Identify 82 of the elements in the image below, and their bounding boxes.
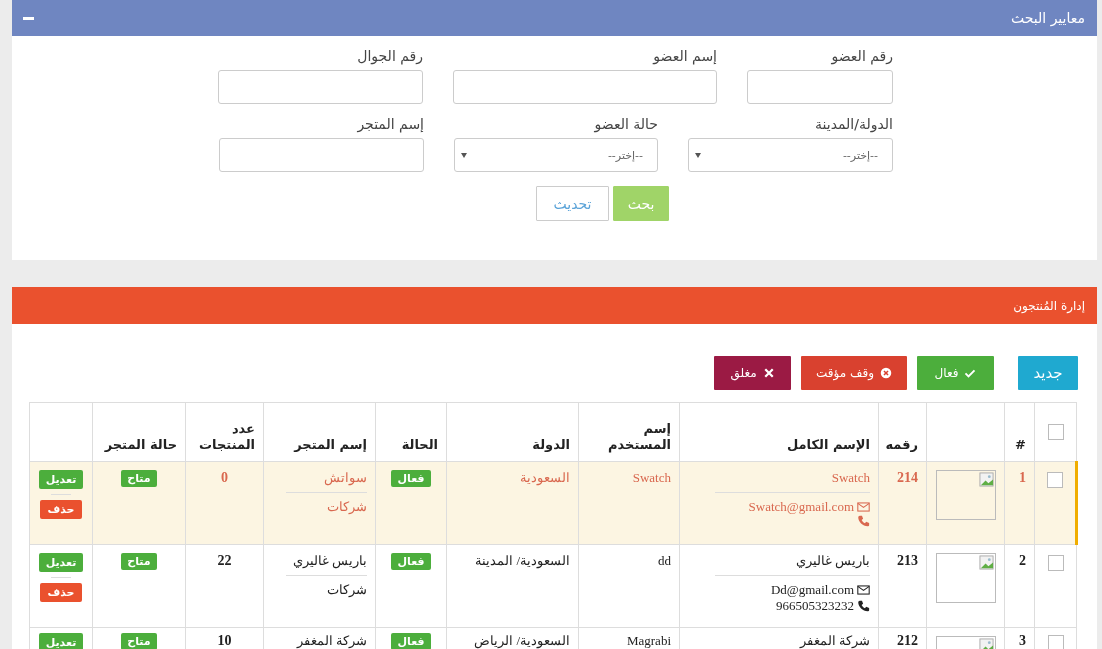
- store-status-badge: متاح: [121, 553, 157, 570]
- full-name: باريس غاليري: [795, 553, 870, 569]
- field-label: حالة العضو: [593, 116, 658, 132]
- field-label: رقم الجوال: [356, 48, 423, 64]
- store-status-badge: متاح: [121, 470, 157, 487]
- phone-text: 966505323232: [776, 598, 854, 614]
- product-count: 10: [217, 633, 232, 648]
- caret-icon: [695, 152, 701, 158]
- row-number: 1: [1019, 470, 1026, 485]
- checkbox[interactable]: [1047, 472, 1063, 488]
- username: Magrabi: [626, 633, 671, 648]
- column-header: حالة المتجر: [104, 436, 177, 453]
- envelope-icon: [857, 501, 870, 513]
- field-label: إسم العضو: [651, 48, 717, 64]
- store-type: شركات: [327, 582, 367, 598]
- status-badge: فعال: [391, 470, 431, 487]
- panel-title: معايير البحث: [1011, 10, 1085, 26]
- collapse-icon[interactable]: [23, 16, 34, 20]
- delete-button[interactable]: حذف: [40, 583, 82, 602]
- checkbox[interactable]: [1047, 423, 1064, 440]
- email-text: Dd@gmail.com: [770, 582, 854, 598]
- store-name: سواتش: [324, 470, 367, 486]
- select-field[interactable]: --إختر--: [688, 138, 893, 172]
- input-field[interactable]: [747, 70, 893, 104]
- row-number: 3: [1019, 633, 1026, 648]
- column-header: إسم المتجر: [294, 436, 367, 453]
- caret-icon: [461, 152, 467, 158]
- edit-button[interactable]: تعديل: [39, 470, 83, 489]
- broken-image-icon: [979, 555, 994, 570]
- input-field[interactable]: [453, 70, 717, 104]
- column-header: رقمه: [885, 436, 918, 453]
- phone-icon: [857, 600, 870, 612]
- action-button[interactable]: وقف مؤقت: [801, 356, 907, 390]
- store-status-badge: متاح: [121, 633, 157, 649]
- edit-button[interactable]: تعديل: [39, 553, 83, 572]
- full-name: Swatch: [831, 470, 870, 486]
- form-button[interactable]: تحديث: [536, 186, 609, 221]
- column-header: عدد المنتجات: [198, 420, 255, 453]
- field-label: الدولة/المدينة: [814, 116, 893, 132]
- member-number: 213: [897, 553, 918, 568]
- store-name: شركة المغفر: [296, 633, 367, 649]
- product-count: 22: [217, 553, 232, 568]
- action-button[interactable]: فعال: [917, 356, 994, 390]
- status-badge: فعال: [391, 553, 431, 570]
- column-header: الدولة: [532, 436, 570, 453]
- member-number: 212: [897, 633, 918, 648]
- input-field[interactable]: [218, 70, 423, 104]
- column-header: الحالة: [401, 436, 438, 453]
- input-field[interactable]: [219, 138, 424, 172]
- x-circle-icon: [879, 367, 892, 379]
- broken-image-icon: [979, 472, 994, 487]
- username: dd: [658, 553, 671, 568]
- country-text: السعودية: [520, 470, 570, 485]
- row-number: 2: [1019, 553, 1026, 568]
- action-button[interactable]: مغلق: [714, 356, 791, 390]
- email-text: Swatch@gmail.com: [748, 499, 854, 515]
- field-label: إسم المتجر: [356, 116, 424, 132]
- envelope-icon: [857, 584, 870, 596]
- select-field[interactable]: --إختر--: [454, 138, 658, 172]
- country-text: السعودية/ الرياض: [474, 633, 570, 648]
- member-number: 214: [897, 470, 918, 485]
- store-type: شركات: [327, 499, 367, 515]
- column-header: #: [1015, 436, 1026, 453]
- checkbox[interactable]: [1047, 635, 1064, 649]
- country-text: السعودية/ المدينة: [475, 553, 570, 568]
- username: Swatch: [632, 470, 671, 485]
- column-header: الإسم الكامل: [786, 436, 870, 453]
- checkbox[interactable]: [1047, 555, 1064, 571]
- close-icon: [762, 367, 775, 379]
- broken-image-icon: [979, 638, 994, 649]
- action-button[interactable]: جديد: [1018, 356, 1078, 390]
- store-name: باريس غاليري: [292, 553, 367, 569]
- edit-button[interactable]: تعديل: [39, 633, 83, 649]
- check-icon: [964, 367, 977, 379]
- status-badge: فعال: [391, 633, 431, 649]
- phone-icon: [857, 515, 870, 527]
- panel-title: إدارة المُنتجون: [1013, 298, 1085, 313]
- field-label: رقم العضو: [830, 48, 893, 64]
- delete-button[interactable]: حذف: [40, 500, 82, 519]
- full-name: شركة المغفر: [799, 633, 870, 649]
- product-count: 0: [221, 470, 228, 485]
- column-header: إسم المستخدم: [607, 420, 671, 453]
